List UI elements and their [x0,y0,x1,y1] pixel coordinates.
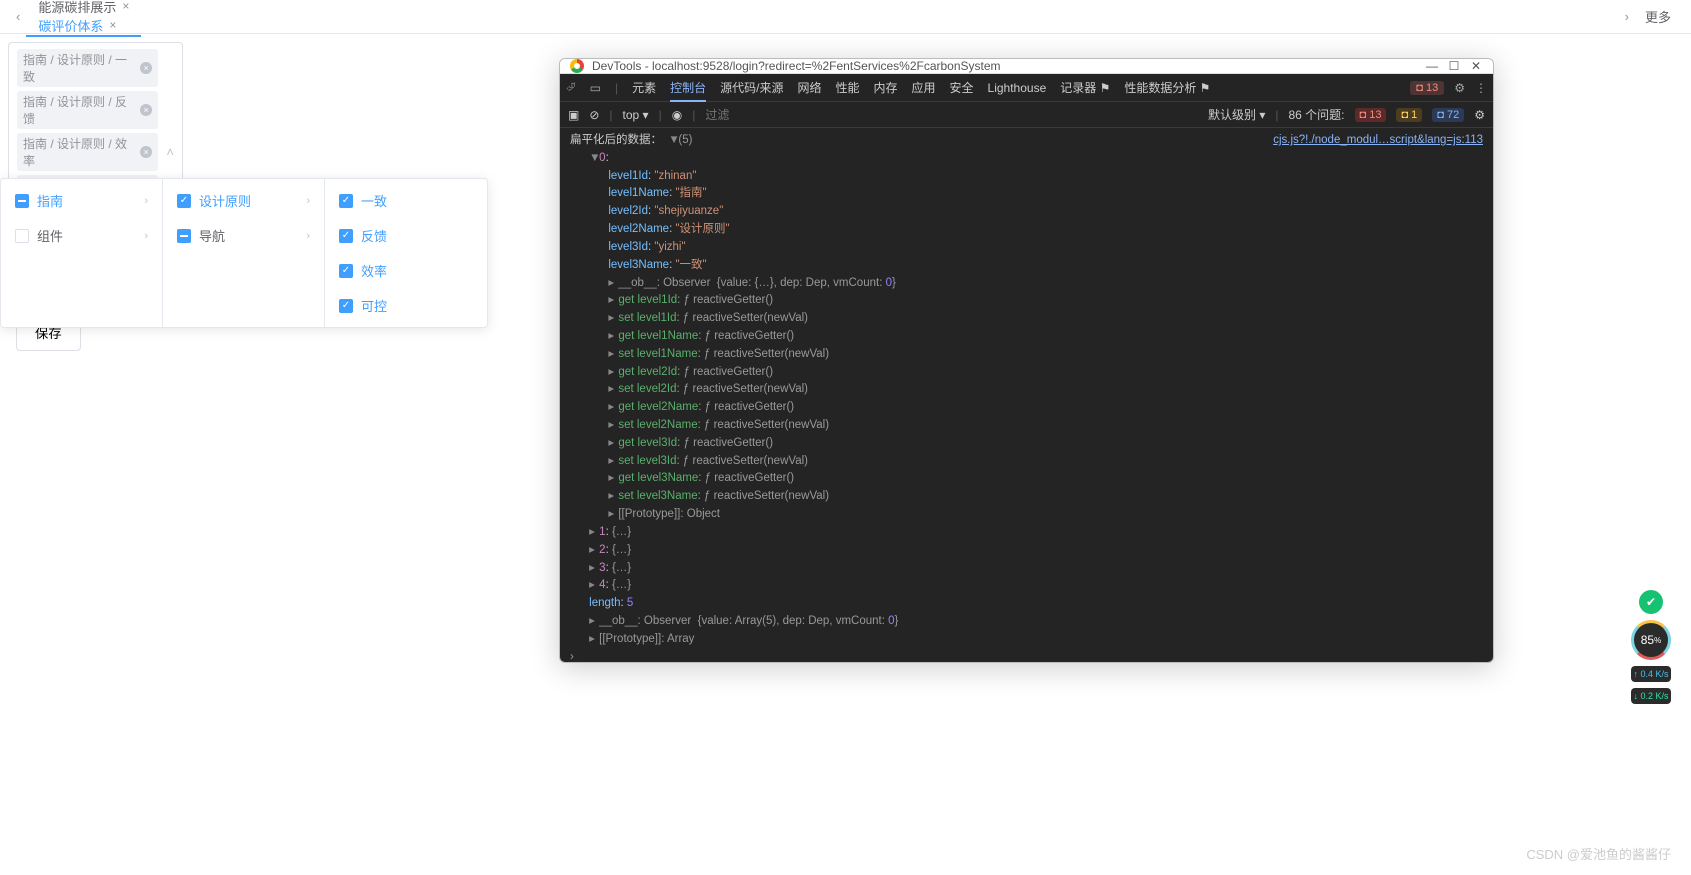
checkbox[interactable] [15,229,29,243]
devtools-tab[interactable]: Lighthouse [988,81,1047,95]
devtools-tab[interactable]: 记录器 ⚑ [1060,81,1110,95]
cascader-tag[interactable]: 指南 / 设计原则 / 一致× [17,49,158,87]
devtools-tab[interactable]: 源代码/来源 [720,81,783,95]
cascader-item[interactable]: 指南› [1,183,162,218]
cascader-item[interactable]: 组件› [1,218,162,253]
devtools-tab[interactable]: 应用 [912,81,936,95]
net-download: ↓ 0.2 K/s [1631,688,1671,704]
close-icon[interactable]: × [140,146,152,158]
cascader-item[interactable]: ✓设计原则› [163,183,324,218]
device-icon[interactable]: ▭ [590,81,601,95]
issues-label[interactable]: 86 个问题: [1288,106,1344,123]
devtools-tab[interactable]: 内存 [873,81,897,95]
cascader-tag[interactable]: 指南 / 设计原则 / 反馈× [17,91,158,129]
cascader-item[interactable]: ✓一致 [325,183,487,218]
tabs-prev-icon[interactable]: ‹ [10,9,26,24]
cascader-dropdown: 指南›组件›✓设计原则›导航›✓一致✓反馈✓效率✓可控 [0,178,488,328]
checkbox[interactable]: ✓ [339,299,353,313]
cascader-item[interactable]: 导航› [163,218,324,253]
maximize-icon[interactable]: ☐ [1447,59,1461,73]
cascader-item[interactable]: ✓可控 [325,288,487,323]
tabs-next-icon[interactable]: › [1619,9,1635,24]
chevron-right-icon: › [306,195,310,207]
kebab-icon[interactable]: ⋮ [1475,81,1487,95]
level-selector[interactable]: 默认级别 ▾ [1208,106,1265,123]
checkbox[interactable]: ✓ [339,229,353,243]
close-icon[interactable]: × [140,104,152,116]
close-icon[interactable]: ✕ [1469,59,1483,73]
chevron-right-icon: › [144,230,148,242]
filter-input[interactable] [705,108,1198,122]
devtools-title: DevTools - localhost:9528/login?redirect… [592,59,1417,73]
gear-icon[interactable]: ⚙ [1454,81,1465,95]
page-tabs: ‹ 能源碳排展示×碳评价体系× › 更多 [0,0,1691,34]
issues-error-badge[interactable]: ◘ 13 [1355,108,1387,122]
gear-icon[interactable]: ⚙ [1474,108,1485,122]
issues-info-badge[interactable]: ◘ 72 [1432,108,1464,122]
error-count[interactable]: ◘ 13 [1410,81,1444,95]
checkbox[interactable] [15,194,29,208]
chevron-right-icon: › [144,195,148,207]
cascader-tag[interactable]: 指南 / 设计原则 / 效率× [17,133,158,171]
shield-icon[interactable]: ✔ [1639,590,1663,614]
devtools-titlebar[interactable]: DevTools - localhost:9528/login?redirect… [560,59,1493,74]
devtools-window: DevTools - localhost:9528/login?redirect… [559,58,1494,663]
minimize-icon[interactable]: — [1425,59,1439,73]
checkbox[interactable]: ✓ [177,194,191,208]
console-output[interactable]: cjs.js?!./node_modul…script&lang=js:113 … [560,128,1493,663]
checkbox[interactable]: ✓ [339,194,353,208]
chevron-right-icon: › [306,230,310,242]
net-upload: ↑ 0.4 K/s [1631,666,1671,682]
devtools-tab[interactable]: 性能数据分析 ⚑ [1124,81,1210,95]
watermark: CSDN @爱池鱼的酱酱仔 [1526,844,1671,863]
devtools-tab[interactable]: 网络 [797,81,821,95]
close-icon[interactable]: × [140,62,152,74]
cascader-item[interactable]: ✓反馈 [325,218,487,253]
page-tab[interactable]: 碳评价体系× [26,16,141,37]
devtools-tab[interactable]: 安全 [950,81,974,95]
devtools-tab[interactable]: 控制台 [670,81,706,102]
clear-icon[interactable]: ⊘ [589,108,599,122]
issues-warn-badge[interactable]: ◘ 1 [1396,108,1422,122]
chevron-up-icon: ˄ [166,145,174,160]
devtools-tab[interactable]: 性能 [835,81,859,95]
console-filter-bar: ▣ ⊘ | top ▾ | ◉ | 默认级别 ▾ | 86 个问题: ◘ 13 … [560,102,1493,128]
widget-column: ✔ 85% ↑ 0.4 K/s ↓ 0.2 K/s [1631,590,1671,704]
close-icon[interactable]: × [109,18,116,32]
chrome-icon [570,59,584,73]
checkbox[interactable]: ✓ [339,264,353,278]
sidebar-toggle-icon[interactable]: ▣ [568,108,579,122]
devtools-tab[interactable]: 元素 [632,81,656,95]
source-link[interactable]: cjs.js?!./node_modul…script&lang=js:113 [1273,132,1483,150]
devtools-tabs: ⮰ ▭ | 元素控制台源代码/来源网络性能内存应用安全Lighthouse记录器… [560,74,1493,102]
page-tab[interactable]: 能源碳排展示× [26,0,141,16]
performance-score[interactable]: 85% [1631,620,1671,660]
checkbox[interactable] [177,229,191,243]
context-selector[interactable]: top ▾ [623,108,649,122]
close-icon[interactable]: × [122,0,129,13]
tabs-more[interactable]: 更多 [1635,7,1681,26]
cascader-item[interactable]: ✓效率 [325,253,487,288]
inspect-icon[interactable]: ⮰ [566,80,576,95]
eye-icon[interactable]: ◉ [672,108,682,122]
